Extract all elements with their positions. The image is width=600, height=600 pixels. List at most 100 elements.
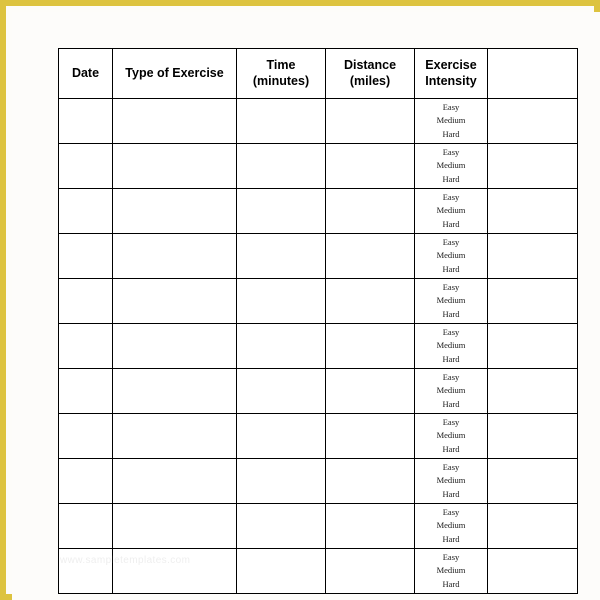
intensity-option[interactable]: Hard	[415, 353, 487, 366]
blank-cell[interactable]	[487, 413, 578, 459]
intensity-option[interactable]: Hard	[415, 443, 487, 456]
type-of-exercise-cell[interactable]	[112, 98, 237, 144]
intensity-option[interactable]: Easy	[415, 146, 487, 159]
intensity-option[interactable]: Hard	[415, 263, 487, 276]
exercise-intensity-cell[interactable]: Easy Medium Hard	[414, 458, 488, 504]
intensity-option[interactable]: Medium	[415, 564, 487, 577]
time-cell[interactable]	[236, 143, 326, 189]
distance-cell[interactable]	[325, 413, 415, 459]
distance-cell[interactable]	[325, 503, 415, 549]
distance-cell[interactable]	[325, 233, 415, 279]
intensity-option[interactable]: Medium	[415, 429, 487, 442]
time-cell[interactable]	[236, 278, 326, 324]
exercise-intensity-cell[interactable]: Easy Medium Hard	[414, 143, 488, 189]
blank-cell[interactable]	[487, 143, 578, 189]
date-cell[interactable]	[58, 233, 113, 279]
intensity-option[interactable]: Easy	[415, 281, 487, 294]
intensity-option[interactable]: Hard	[415, 128, 487, 141]
type-of-exercise-cell[interactable]	[112, 188, 237, 234]
date-cell[interactable]	[58, 548, 113, 594]
type-of-exercise-cell[interactable]	[112, 278, 237, 324]
intensity-option[interactable]: Hard	[415, 398, 487, 411]
intensity-option[interactable]: Hard	[415, 218, 487, 231]
date-cell[interactable]	[58, 188, 113, 234]
blank-cell[interactable]	[487, 503, 578, 549]
intensity-option[interactable]: Hard	[415, 173, 487, 186]
date-cell[interactable]	[58, 458, 113, 504]
date-cell[interactable]	[58, 323, 113, 369]
distance-cell[interactable]	[325, 323, 415, 369]
blank-cell[interactable]	[487, 233, 578, 279]
intensity-option[interactable]: Easy	[415, 551, 487, 564]
intensity-option[interactable]: Medium	[415, 204, 487, 217]
exercise-intensity-cell[interactable]: Easy Medium Hard	[414, 188, 488, 234]
date-cell[interactable]	[58, 278, 113, 324]
table-row: Easy Medium Hard	[58, 143, 578, 189]
exercise-intensity-cell[interactable]: Easy Medium Hard	[414, 503, 488, 549]
time-cell[interactable]	[236, 503, 326, 549]
distance-cell[interactable]	[325, 188, 415, 234]
distance-cell[interactable]	[325, 98, 415, 144]
type-of-exercise-cell[interactable]	[112, 143, 237, 189]
exercise-intensity-cell[interactable]: Easy Medium Hard	[414, 548, 488, 594]
exercise-intensity-cell[interactable]: Easy Medium Hard	[414, 368, 488, 414]
intensity-option[interactable]: Medium	[415, 159, 487, 172]
distance-cell[interactable]	[325, 368, 415, 414]
exercise-intensity-cell[interactable]: Easy Medium Hard	[414, 233, 488, 279]
type-of-exercise-cell[interactable]	[112, 368, 237, 414]
intensity-option[interactable]: Easy	[415, 461, 487, 474]
type-of-exercise-cell[interactable]	[112, 233, 237, 279]
intensity-option[interactable]: Medium	[415, 339, 487, 352]
blank-cell[interactable]	[487, 548, 578, 594]
intensity-option[interactable]: Medium	[415, 114, 487, 127]
intensity-option[interactable]: Easy	[415, 326, 487, 339]
type-of-exercise-cell[interactable]	[112, 413, 237, 459]
intensity-option[interactable]: Hard	[415, 533, 487, 546]
intensity-option[interactable]: Hard	[415, 488, 487, 501]
date-cell[interactable]	[58, 368, 113, 414]
type-of-exercise-cell[interactable]	[112, 548, 237, 594]
intensity-option[interactable]: Medium	[415, 474, 487, 487]
type-of-exercise-cell[interactable]	[112, 503, 237, 549]
exercise-intensity-cell[interactable]: Easy Medium Hard	[414, 278, 488, 324]
intensity-option[interactable]: Medium	[415, 384, 487, 397]
intensity-option[interactable]: Easy	[415, 506, 487, 519]
date-cell[interactable]	[58, 98, 113, 144]
time-cell[interactable]	[236, 413, 326, 459]
blank-cell[interactable]	[487, 98, 578, 144]
blank-cell[interactable]	[487, 278, 578, 324]
exercise-intensity-cell[interactable]: Easy Medium Hard	[414, 98, 488, 144]
time-cell[interactable]	[236, 323, 326, 369]
distance-cell[interactable]	[325, 548, 415, 594]
intensity-option[interactable]: Hard	[415, 308, 487, 321]
intensity-option[interactable]: Medium	[415, 519, 487, 532]
intensity-option[interactable]: Hard	[415, 578, 487, 591]
intensity-option[interactable]: Easy	[415, 416, 487, 429]
date-cell[interactable]	[58, 413, 113, 459]
time-cell[interactable]	[236, 98, 326, 144]
intensity-option[interactable]: Medium	[415, 249, 487, 262]
distance-cell[interactable]	[325, 278, 415, 324]
time-cell[interactable]	[236, 188, 326, 234]
type-of-exercise-cell[interactable]	[112, 458, 237, 504]
intensity-option[interactable]: Easy	[415, 101, 487, 114]
date-cell[interactable]	[58, 143, 113, 189]
date-cell[interactable]	[58, 503, 113, 549]
exercise-intensity-cell[interactable]: Easy Medium Hard	[414, 323, 488, 369]
exercise-intensity-cell[interactable]: Easy Medium Hard	[414, 413, 488, 459]
blank-cell[interactable]	[487, 458, 578, 504]
time-cell[interactable]	[236, 233, 326, 279]
distance-cell[interactable]	[325, 143, 415, 189]
intensity-option[interactable]: Easy	[415, 236, 487, 249]
time-cell[interactable]	[236, 548, 326, 594]
intensity-option[interactable]: Easy	[415, 191, 487, 204]
blank-cell[interactable]	[487, 323, 578, 369]
distance-cell[interactable]	[325, 458, 415, 504]
time-cell[interactable]	[236, 458, 326, 504]
intensity-option[interactable]: Easy	[415, 371, 487, 384]
blank-cell[interactable]	[487, 368, 578, 414]
type-of-exercise-cell[interactable]	[112, 323, 237, 369]
time-cell[interactable]	[236, 368, 326, 414]
intensity-option[interactable]: Medium	[415, 294, 487, 307]
blank-cell[interactable]	[487, 188, 578, 234]
